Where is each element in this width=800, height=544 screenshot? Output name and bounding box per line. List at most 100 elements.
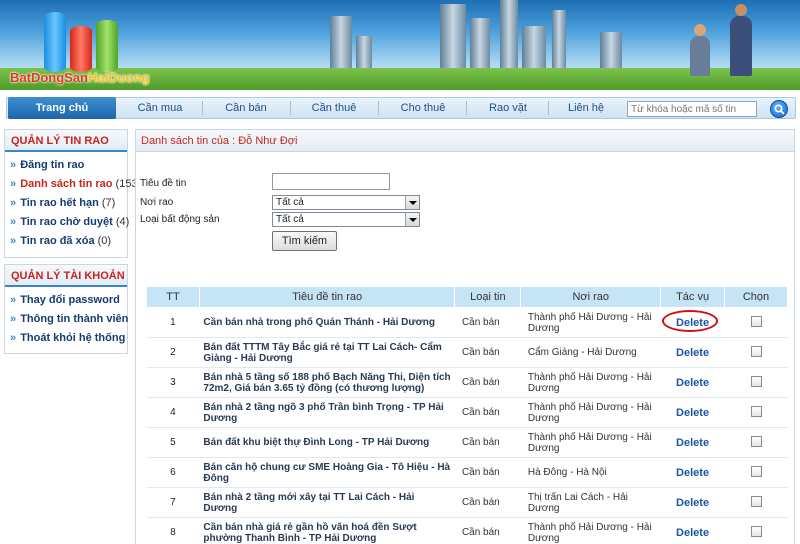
row-title-link[interactable]: Bán đất khu biệt thự Đình Long - TP Hải … — [199, 427, 455, 458]
row-type: Cần bán — [454, 367, 521, 398]
sidebar-item-change-password[interactable]: » Thay đổi password — [10, 291, 127, 310]
chevron-down-icon — [405, 196, 419, 209]
location-filter-select[interactable]: Tất cả — [272, 195, 420, 210]
table-row: 7 Bán nhà 2 tầng mới xây tại TT Lai Cách… — [146, 487, 788, 518]
logo-bar-red — [70, 26, 92, 72]
nav-item-lien-he[interactable]: Liên hệ — [550, 97, 622, 119]
double-chevron-icon: » — [10, 178, 17, 190]
row-title-link[interactable]: Cần bán nhà giá rẻ gần hồ văn hoá đền Sư… — [199, 517, 455, 544]
nav-item-home[interactable]: Trang chủ — [8, 97, 116, 119]
delete-button[interactable]: Delete — [660, 337, 725, 368]
table-row: 4 Bán nhà 2 tầng ngõ 3 phố Trần bình Trọ… — [146, 397, 788, 428]
double-chevron-icon: » — [10, 332, 17, 344]
row-title-link[interactable]: Bán căn hộ chung cư SME Hoàng Gia - Tô H… — [199, 457, 455, 488]
table-row: 8 Cần bán nhà giá rẻ gần hồ văn hoá đền … — [146, 517, 788, 544]
row-location: Thành phố Hải Dương - Hải Dương — [520, 397, 661, 428]
page-title: Danh sách tin của : Đỗ Như Đợi — [136, 130, 794, 152]
row-select-checkbox[interactable] — [750, 405, 762, 417]
col-header-title: Tiêu đề tin rao — [198, 286, 456, 308]
double-chevron-icon: » — [10, 235, 17, 247]
sidebar-item-danh-sach[interactable]: » Danh sách tin rao (153) — [10, 175, 141, 194]
row-select-checkbox[interactable] — [750, 465, 762, 477]
sidebar-item-member-info[interactable]: » Thông tin thành viên — [10, 310, 128, 329]
row-title-link[interactable]: Bán nhà 2 tầng ngõ 3 phố Trần bình Trọng… — [199, 397, 455, 428]
row-type: Cần bán — [454, 397, 521, 428]
sidebar-manage-account: QUẢN LÝ TÀI KHOẢN » Thay đổi password » … — [4, 264, 128, 354]
row-index: 7 — [146, 487, 200, 518]
table-row: 2 Bán đất TTTM Tây Bắc giá rẻ tại TT Lai… — [146, 337, 788, 368]
row-index: 8 — [146, 517, 200, 544]
row-select-checkbox[interactable] — [750, 495, 762, 507]
building-graphic — [500, 0, 518, 76]
header-banner: BatDongSanHaiDuong — [0, 0, 800, 90]
search-input[interactable] — [627, 101, 757, 117]
nav-separator — [466, 101, 467, 115]
chevron-down-icon — [405, 213, 419, 226]
search-button[interactable] — [770, 100, 788, 118]
nav-item-can-ban[interactable]: Cần bán — [204, 97, 288, 119]
nav-item-cho-thue[interactable]: Cho thuê — [380, 97, 466, 119]
logo-bar-blue — [44, 12, 66, 72]
location-filter-label: Nơi rao — [140, 197, 174, 208]
row-type: Cần bán — [454, 487, 521, 518]
delete-button[interactable]: Delete — [660, 487, 725, 518]
row-index: 1 — [146, 307, 200, 338]
sidebar-item-dang-tin[interactable]: » Đăng tin rao — [10, 156, 127, 175]
title-filter-label: Tiêu đề tin — [140, 178, 187, 189]
delete-button[interactable]: Delete — [660, 397, 725, 428]
col-header-tt: TT — [146, 286, 200, 308]
title-filter-input[interactable] — [272, 173, 390, 190]
row-index: 6 — [146, 457, 200, 488]
double-chevron-icon: » — [10, 294, 17, 306]
table-header-row: TT Tiêu đề tin rao Loại tin Nơi rao Tác … — [146, 286, 788, 308]
row-select-checkbox[interactable] — [750, 525, 762, 537]
row-location: Thành phố Hải Dương - Hải Dương — [520, 367, 661, 398]
row-title-link[interactable]: Bán đất TTTM Tây Bắc giá rẻ tại TT Lai C… — [199, 337, 455, 368]
col-header-select: Chọn — [724, 286, 788, 308]
row-select-checkbox[interactable] — [750, 375, 762, 387]
logo-bar-green — [96, 20, 118, 72]
site-logo[interactable]: BatDongSanHaiDuong — [4, 4, 154, 85]
delete-button[interactable]: Delete — [660, 367, 725, 398]
highlight-circle-annotation — [662, 310, 718, 332]
row-location: Cẩm Giàng - Hải Dương — [520, 337, 661, 368]
sidebar-item-da-xoa[interactable]: » Tin rao đã xóa (0) — [10, 232, 127, 251]
main-panel: Danh sách tin của : Đỗ Như Đợi Tiêu đề t… — [135, 129, 795, 544]
delete-button[interactable]: Delete — [660, 457, 725, 488]
delete-button[interactable]: Delete — [660, 427, 725, 458]
row-select-cell — [724, 367, 788, 398]
row-location: Thành phố Hải Dương - Hải Dương — [520, 517, 661, 544]
row-type: Cần bán — [454, 457, 521, 488]
sidebar-item-cho-duyet[interactable]: » Tin rao chờ duyệt (4) — [10, 213, 129, 232]
search-submit-button[interactable]: Tìm kiếm — [272, 231, 337, 251]
nav-separator — [378, 101, 379, 115]
row-select-checkbox[interactable] — [750, 435, 762, 447]
row-index: 3 — [146, 367, 200, 398]
row-select-cell — [724, 457, 788, 488]
row-select-cell — [724, 517, 788, 544]
nav-item-can-mua[interactable]: Cần mua — [118, 97, 202, 119]
nav-separator — [548, 101, 549, 115]
table-row: 5 Bán đất khu biệt thự Đình Long - TP Hả… — [146, 427, 788, 458]
row-location: Thành phố Hải Dương - Hải Dương — [520, 427, 661, 458]
row-location: Hà Đông - Hà Nội — [520, 457, 661, 488]
row-index: 4 — [146, 397, 200, 428]
row-title-link[interactable]: Bán nhà 2 tầng mới xây tại TT Lai Cách -… — [199, 487, 455, 518]
row-title-link[interactable]: Cần bán nhà trong phố Quán Thánh - Hải D… — [199, 307, 455, 338]
building-graphic — [330, 16, 352, 76]
row-select-checkbox[interactable] — [750, 315, 762, 327]
double-chevron-icon: » — [10, 159, 17, 171]
row-title-link[interactable]: Bán nhà 5 tầng số 188 phố Bạch Năng Thi,… — [199, 367, 455, 398]
row-location: Thị trấn Lai Cách - Hải Dương — [520, 487, 661, 518]
row-select-cell — [724, 397, 788, 428]
nav-separator — [202, 101, 203, 115]
type-filter-select[interactable]: Tất cả — [272, 212, 420, 227]
sidebar-item-het-han[interactable]: » Tin rao hết hạn (7) — [10, 194, 127, 213]
nav-item-can-thue[interactable]: Cần thuê — [292, 97, 376, 119]
sidebar-item-logout[interactable]: » Thoát khỏi hệ thống — [10, 329, 127, 348]
delete-button[interactable]: Delete — [660, 517, 725, 544]
row-select-checkbox[interactable] — [750, 345, 762, 357]
double-chevron-icon: » — [10, 197, 17, 209]
nav-item-rao-vat[interactable]: Rao vặt — [468, 97, 548, 119]
sidebar-heading: QUẢN LÝ TÀI KHOẢN — [5, 265, 127, 287]
